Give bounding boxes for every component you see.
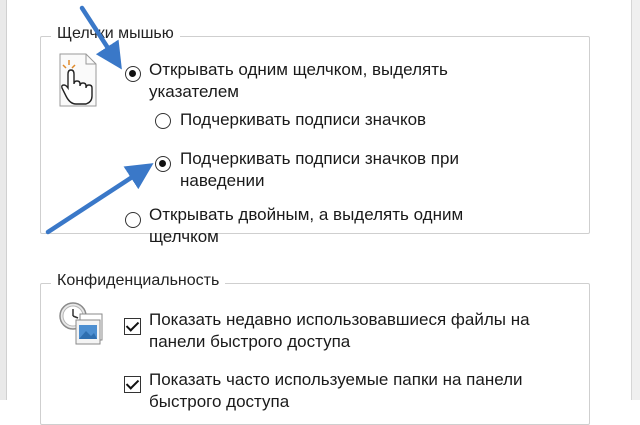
arrow-to-underline-hover xyxy=(45,163,154,235)
annotation-arrows xyxy=(45,5,154,235)
arrow-group xyxy=(45,5,154,235)
arrow-to-single-click xyxy=(79,5,122,70)
